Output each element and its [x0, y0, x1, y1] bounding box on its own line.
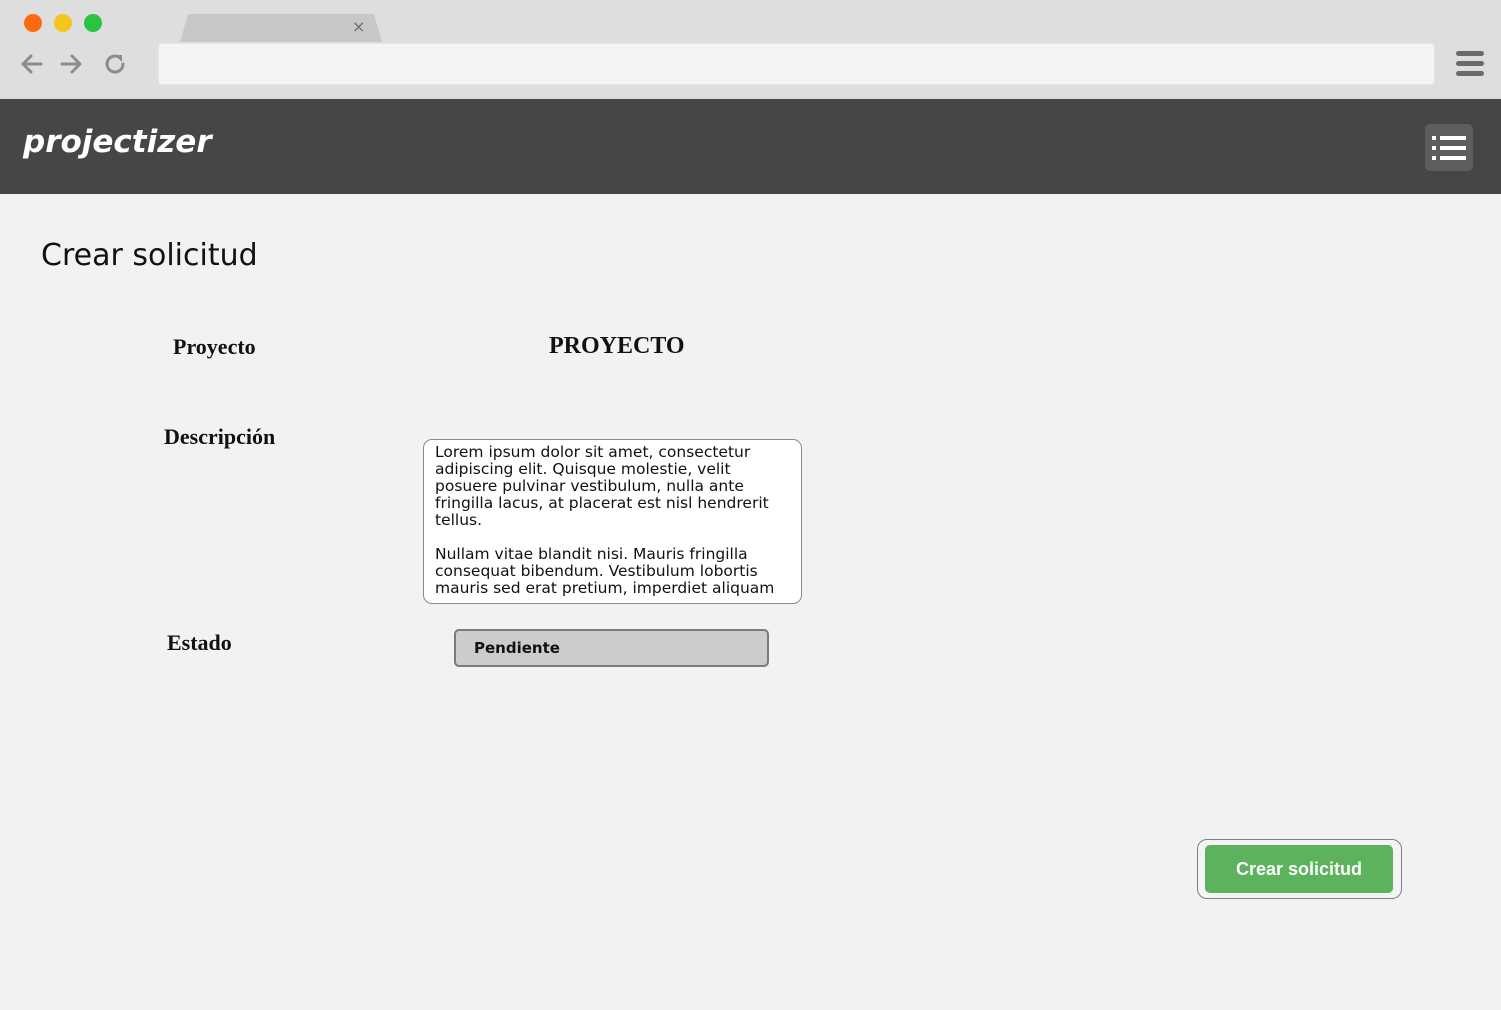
create-request-button[interactable]: Crear solicitud: [1205, 845, 1393, 893]
brand-logo[interactable]: projectizer: [23, 124, 212, 160]
description-label: Descripción: [164, 424, 276, 449]
list-menu-icon[interactable]: [1425, 124, 1473, 171]
description-paragraph: Nullam vitae blandit nisi. Mauris fringi…: [435, 545, 775, 597]
status-value: Pendiente: [474, 639, 560, 657]
window-maximize-button[interactable]: [84, 14, 102, 32]
back-arrow-icon[interactable]: [18, 50, 46, 78]
window-close-button[interactable]: [24, 14, 42, 32]
reload-icon[interactable]: [101, 50, 129, 78]
address-bar[interactable]: [158, 43, 1435, 85]
app-header: [0, 99, 1501, 194]
project-value: PROYECTO: [549, 333, 685, 359]
browser-menu-icon[interactable]: [1456, 51, 1484, 81]
page-title: Crear solicitud: [41, 238, 258, 273]
window-minimize-button[interactable]: [54, 14, 72, 32]
tab-close-icon[interactable]: ×: [352, 17, 365, 36]
description-paragraph: Lorem ipsum dolor sit amet, consectetur …: [435, 443, 769, 529]
status-label: Estado: [167, 630, 232, 655]
forward-arrow-icon[interactable]: [57, 50, 85, 78]
description-textarea[interactable]: Lorem ipsum dolor sit amet, consectetur …: [423, 439, 802, 604]
project-label: Proyecto: [173, 334, 256, 359]
status-field[interactable]: Pendiente: [454, 629, 769, 667]
